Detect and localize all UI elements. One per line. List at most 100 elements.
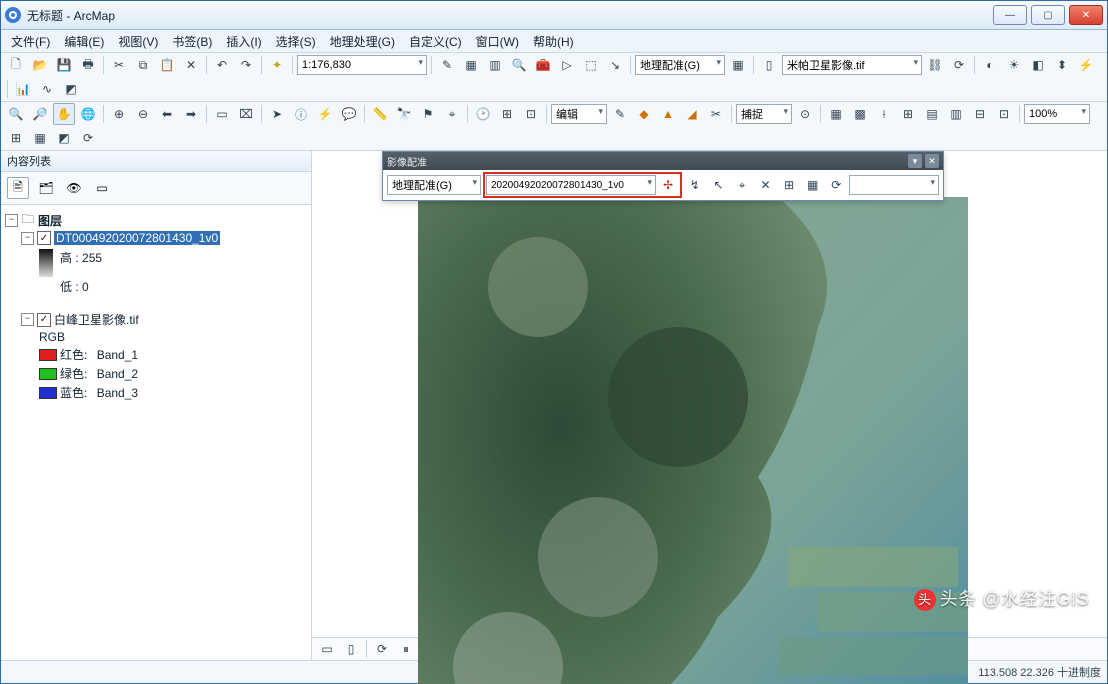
go-to-xy-icon[interactable]: ⌖: [441, 103, 463, 125]
link-icon[interactable]: ⛓: [924, 54, 946, 76]
data-view-tab-icon[interactable]: ▭: [316, 638, 338, 660]
select-icon[interactable]: ▭: [211, 103, 233, 125]
select-link-icon[interactable]: ↖: [708, 174, 730, 196]
fixed-zoom-in-icon[interactable]: ⊕: [108, 103, 130, 125]
table-icon[interactable]: ▦: [460, 54, 482, 76]
magnifier-icon[interactable]: ⊡: [520, 103, 542, 125]
zoom-to-link-icon[interactable]: ⌖: [731, 174, 753, 196]
toc-tab-selection-icon[interactable]: ▭: [91, 177, 113, 199]
toc-tab-source-icon[interactable]: 🗂: [35, 177, 57, 199]
snap-point-icon[interactable]: ⊙: [794, 103, 816, 125]
redo-icon[interactable]: ↷: [235, 54, 257, 76]
delete-icon[interactable]: ✕: [180, 54, 202, 76]
arrow-icon[interactable]: ↘: [604, 54, 626, 76]
layer-checkbox[interactable]: ✓: [37, 231, 51, 245]
full-extent-icon[interactable]: 🌐: [77, 103, 99, 125]
toolbox-icon[interactable]: 🧰: [532, 54, 554, 76]
refresh-icon[interactable]: ⟳: [77, 127, 99, 149]
undo-icon[interactable]: ↶: [211, 54, 233, 76]
stretch-icon[interactable]: ∿: [36, 78, 58, 100]
scale-combo[interactable]: 1:176,830: [297, 55, 427, 75]
next-extent-icon[interactable]: ➡: [180, 103, 202, 125]
auto-adjust-icon[interactable]: ↯: [684, 174, 706, 196]
layers-root-label[interactable]: 图层: [38, 212, 62, 229]
open-icon[interactable]: 📂: [29, 54, 51, 76]
add-data-icon[interactable]: ✦: [266, 54, 288, 76]
brightness-icon[interactable]: ☀: [1003, 54, 1025, 76]
refresh-view-icon[interactable]: ⟳: [371, 638, 393, 660]
zoom-out-icon[interactable]: 🔎: [29, 103, 51, 125]
add-control-points-icon[interactable]: ✢: [657, 174, 679, 196]
pointer-icon[interactable]: ➤: [266, 103, 288, 125]
menu-file[interactable]: 文件(F): [5, 31, 56, 52]
model-builder-icon[interactable]: ⬚: [580, 54, 602, 76]
menu-bookmarks[interactable]: 书签(B): [166, 31, 218, 52]
guides-icon[interactable]: ⊞: [897, 103, 919, 125]
viewer-window-icon[interactable]: ⊞: [778, 174, 800, 196]
georef-floating-toolbar[interactable]: 影像配准 ▾ ✕ 地理配准(G) 20200492020072801430_1v…: [382, 151, 944, 201]
menu-windows[interactable]: 窗口(W): [470, 31, 525, 52]
identify-icon[interactable]: ⓘ: [290, 103, 312, 125]
georef-tool-icon[interactable]: ▦: [727, 54, 749, 76]
paste-icon[interactable]: 📋: [156, 54, 178, 76]
time-slider-icon[interactable]: 🕑: [472, 103, 494, 125]
layer-name-selected[interactable]: DT000492020072801430_1v0: [54, 231, 220, 245]
flicker-icon[interactable]: ⚡: [1075, 54, 1097, 76]
ungroup-icon[interactable]: ⊡: [993, 103, 1015, 125]
new-icon[interactable]: 🗋: [5, 54, 27, 76]
edit-vertices-icon[interactable]: ◆: [633, 103, 655, 125]
menu-insert[interactable]: 插入(I): [220, 31, 267, 52]
transparency-icon[interactable]: ◧: [1027, 54, 1049, 76]
dist-icon[interactable]: ▥: [945, 103, 967, 125]
toc-tab-drawing-order-icon[interactable]: 🖹: [7, 177, 29, 199]
search-icon[interactable]: 🔍: [508, 54, 530, 76]
editor-toolbar-icon[interactable]: ✎: [436, 54, 458, 76]
viewer-window-icon[interactable]: ⊞: [496, 103, 518, 125]
catalog-icon[interactable]: ▥: [484, 54, 506, 76]
copy-icon[interactable]: ⧉: [132, 54, 154, 76]
toc-tree[interactable]: − 🗀 图层 − ✓ DT000492020072801430_1v0 高 : …: [1, 205, 311, 660]
grid-icon[interactable]: ▦: [825, 103, 847, 125]
layer-checkbox[interactable]: ✓: [37, 313, 51, 327]
contrast-icon[interactable]: ◐: [979, 54, 1001, 76]
minimize-button[interactable]: —: [993, 5, 1027, 25]
editor-combo[interactable]: 编辑: [551, 104, 607, 124]
pan-icon[interactable]: ✋: [53, 103, 75, 125]
print-icon[interactable]: 🖶: [77, 54, 99, 76]
ruler-icon[interactable]: ⟊: [873, 103, 895, 125]
close-button[interactable]: ✕: [1069, 5, 1103, 25]
layout-toggle-icon[interactable]: ◩: [53, 127, 75, 149]
clear-selection-icon[interactable]: ⌧: [235, 103, 257, 125]
dra-icon[interactable]: ◩: [60, 78, 82, 100]
floatbar-header[interactable]: 影像配准 ▾ ✕: [383, 152, 943, 170]
collapse-icon[interactable]: −: [21, 313, 34, 326]
pause-drawing-icon[interactable]: ⏸: [395, 638, 417, 660]
floatbar-options-icon[interactable]: ▾: [908, 154, 922, 168]
layer-name[interactable]: 白峰卫星影像.tif: [54, 311, 139, 328]
menu-geoprocessing[interactable]: 地理处理(G): [324, 31, 401, 52]
zoom-in-icon[interactable]: 🔍: [5, 103, 27, 125]
rotate-tool-icon[interactable]: ⟳: [825, 174, 847, 196]
hyperlink-icon[interactable]: ⚡: [314, 103, 336, 125]
georef-menu[interactable]: 地理配准(G): [635, 55, 725, 75]
menu-selection[interactable]: 选择(S): [270, 31, 322, 52]
layout-grid-icon[interactable]: ▦: [29, 127, 51, 149]
cut-icon[interactable]: ✂: [108, 54, 130, 76]
rotation-input[interactable]: [849, 175, 939, 195]
prev-extent-icon[interactable]: ⬅: [156, 103, 178, 125]
link-table-icon[interactable]: ▦: [802, 174, 824, 196]
collapse-icon[interactable]: −: [5, 214, 18, 227]
layout-view-tab-icon[interactable]: ▯: [340, 638, 362, 660]
align-icon[interactable]: ▤: [921, 103, 943, 125]
menu-view[interactable]: 视图(V): [112, 31, 164, 52]
rotate-icon[interactable]: ⟳: [948, 54, 970, 76]
layer-dropdown-icon[interactable]: ▯: [758, 54, 780, 76]
cut-poly-icon[interactable]: ◢: [681, 103, 703, 125]
map-canvas[interactable]: 影像配准 ▾ ✕ 地理配准(G) 20200492020072801430_1v…: [312, 151, 1107, 637]
snap-combo[interactable]: 捕捉: [736, 104, 792, 124]
collapse-icon[interactable]: −: [21, 232, 34, 245]
reshape-icon[interactable]: ▲: [657, 103, 679, 125]
georef-layer-combo[interactable]: 米帕卫星影像.tif: [782, 55, 922, 75]
split-icon[interactable]: ✂: [705, 103, 727, 125]
find-icon[interactable]: 🔭: [393, 103, 415, 125]
